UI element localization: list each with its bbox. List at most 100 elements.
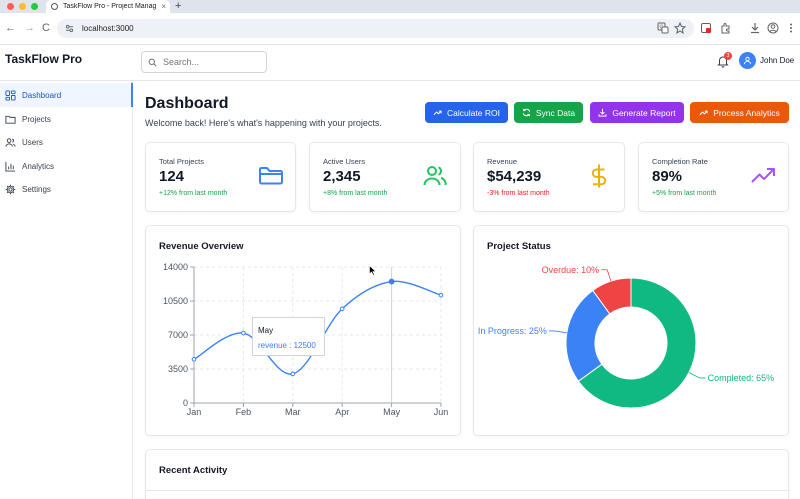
data-point [290,371,296,377]
stat-label: Revenue [487,157,518,166]
gear-icon [5,184,16,194]
sidebar: Dashboard Projects Users Analytics Setti… [0,82,133,499]
generate-report-button[interactable]: Generate Report [590,102,684,123]
y-tick-label: 3500 [168,364,188,374]
dollar-icon [591,164,607,188]
generate-report-label: Generate Report [612,107,676,118]
data-point [438,292,444,298]
search-icon [148,58,157,66]
calculate-roi-button[interactable]: Calculate ROI [425,102,508,123]
stat-label: Completion Rate [652,157,708,166]
app-brand[interactable]: TaskFlow Pro [5,52,82,66]
stat-value: $54,239 [487,168,542,185]
slice-label: In Progress: 25% [478,326,547,336]
user-icon [743,56,752,65]
x-tick-label: Apr [335,407,349,417]
stat-label: Active Users [323,157,366,166]
sidebar-item-label: Dashboard [22,90,62,100]
maximize-window-button[interactable] [31,3,38,10]
notification-badge: 3 [724,52,732,60]
browser-menu-icon[interactable] [785,22,797,34]
stat-value: 89% [652,168,683,185]
slice-leader-line [548,330,567,334]
stat-card-total-projects: Total Projects 124 +12% from last month [145,142,296,212]
app-header: TaskFlow Pro 3 John Doe [0,45,800,81]
sidebar-item-label: Users [22,137,43,147]
sync-data-label: Sync Data [535,107,576,118]
extensions-puzzle-icon[interactable] [720,22,732,34]
star-icon[interactable] [674,22,686,34]
search-box[interactable] [141,51,267,73]
stat-value: 2,345 [323,168,361,185]
browser-toolbar: ← → C localhost:3000 G [0,13,800,45]
chart-icon [5,161,16,172]
trending-up-icon [751,168,775,183]
tab-title: TaskFlow Pro - Project Manag [63,3,157,10]
project-status-donut-chart[interactable]: Completed: 65% In Progress: 25% Overdue: 1… [473,225,789,436]
sidebar-item-label: Projects [22,114,51,124]
chart-tooltip: May revenue : 12500 [252,317,325,356]
extension-badge-icon[interactable] [700,22,712,34]
stat-change: -3% from last month [487,190,550,197]
profile-icon[interactable] [767,22,779,34]
stat-change: +5% from last month [652,190,717,197]
card-title: Recent Activity [159,465,228,476]
sidebar-item-projects[interactable]: Projects [0,107,133,131]
sidebar-item-settings[interactable]: Settings [0,177,133,201]
tab-close-icon[interactable]: × [161,2,166,11]
refresh-icon [522,108,531,117]
close-window-button[interactable] [7,3,14,10]
reload-button[interactable]: C [42,21,50,35]
minimize-window-button[interactable] [19,3,26,10]
y-tick-label: 7000 [168,330,188,340]
divider [146,490,790,491]
users-icon [423,166,447,186]
dashboard-icon [5,89,16,101]
download-icon [598,108,607,117]
globe-icon [51,3,58,10]
stat-value: 124 [159,168,185,185]
sidebar-item-users[interactable]: Users [0,130,133,154]
y-tick-label: 14000 [163,262,188,272]
new-tab-button[interactable]: + [175,0,181,13]
forward-button[interactable]: → [24,21,35,35]
slice-leader-line [688,372,706,379]
x-tick-label: Feb [236,407,252,417]
data-point [388,278,395,285]
trending-up-icon [699,110,708,116]
trending-up-icon [433,110,442,116]
slice-leader-line [601,269,612,282]
calculate-roi-label: Calculate ROI [447,107,500,118]
folder-icon [5,115,16,124]
data-point [241,330,246,336]
avatar[interactable] [739,52,756,69]
browser-tab[interactable]: TaskFlow Pro - Project Manag × [46,0,170,13]
sidebar-item-analytics[interactable]: Analytics [0,154,133,178]
sync-data-button[interactable]: Sync Data [514,102,583,123]
x-tick-label: Mar [285,407,301,417]
x-tick-label: Jun [434,407,449,417]
translate-icon[interactable]: G [657,22,669,34]
site-info-icon[interactable] [65,24,74,33]
address-bar[interactable]: localhost:3000 [57,19,694,38]
slice-label: Overdue: 10% [542,265,600,275]
stat-label: Total Projects [159,157,205,166]
process-analytics-label: Process Analytics [713,107,780,118]
sidebar-item-label: Analytics [22,161,55,171]
page-title: Dashboard [145,95,229,112]
sidebar-item-label: Settings [22,184,51,194]
mouse-cursor-icon [369,265,377,276]
page-subtitle: Welcome back! Here's what's happening wi… [145,118,382,128]
data-point [339,306,345,312]
sidebar-item-dashboard[interactable]: Dashboard [0,83,133,107]
x-tick-label: May [383,407,401,417]
download-icon[interactable] [749,22,761,34]
search-input[interactable] [163,57,263,67]
url-text: localhost:3000 [82,24,134,33]
user-name[interactable]: John Doe [760,56,794,65]
back-button[interactable]: ← [5,21,16,35]
process-analytics-button[interactable]: Process Analytics [690,102,789,123]
data-point [191,356,197,362]
tooltip-title: May [258,326,274,335]
y-tick-label: 10500 [163,296,188,306]
